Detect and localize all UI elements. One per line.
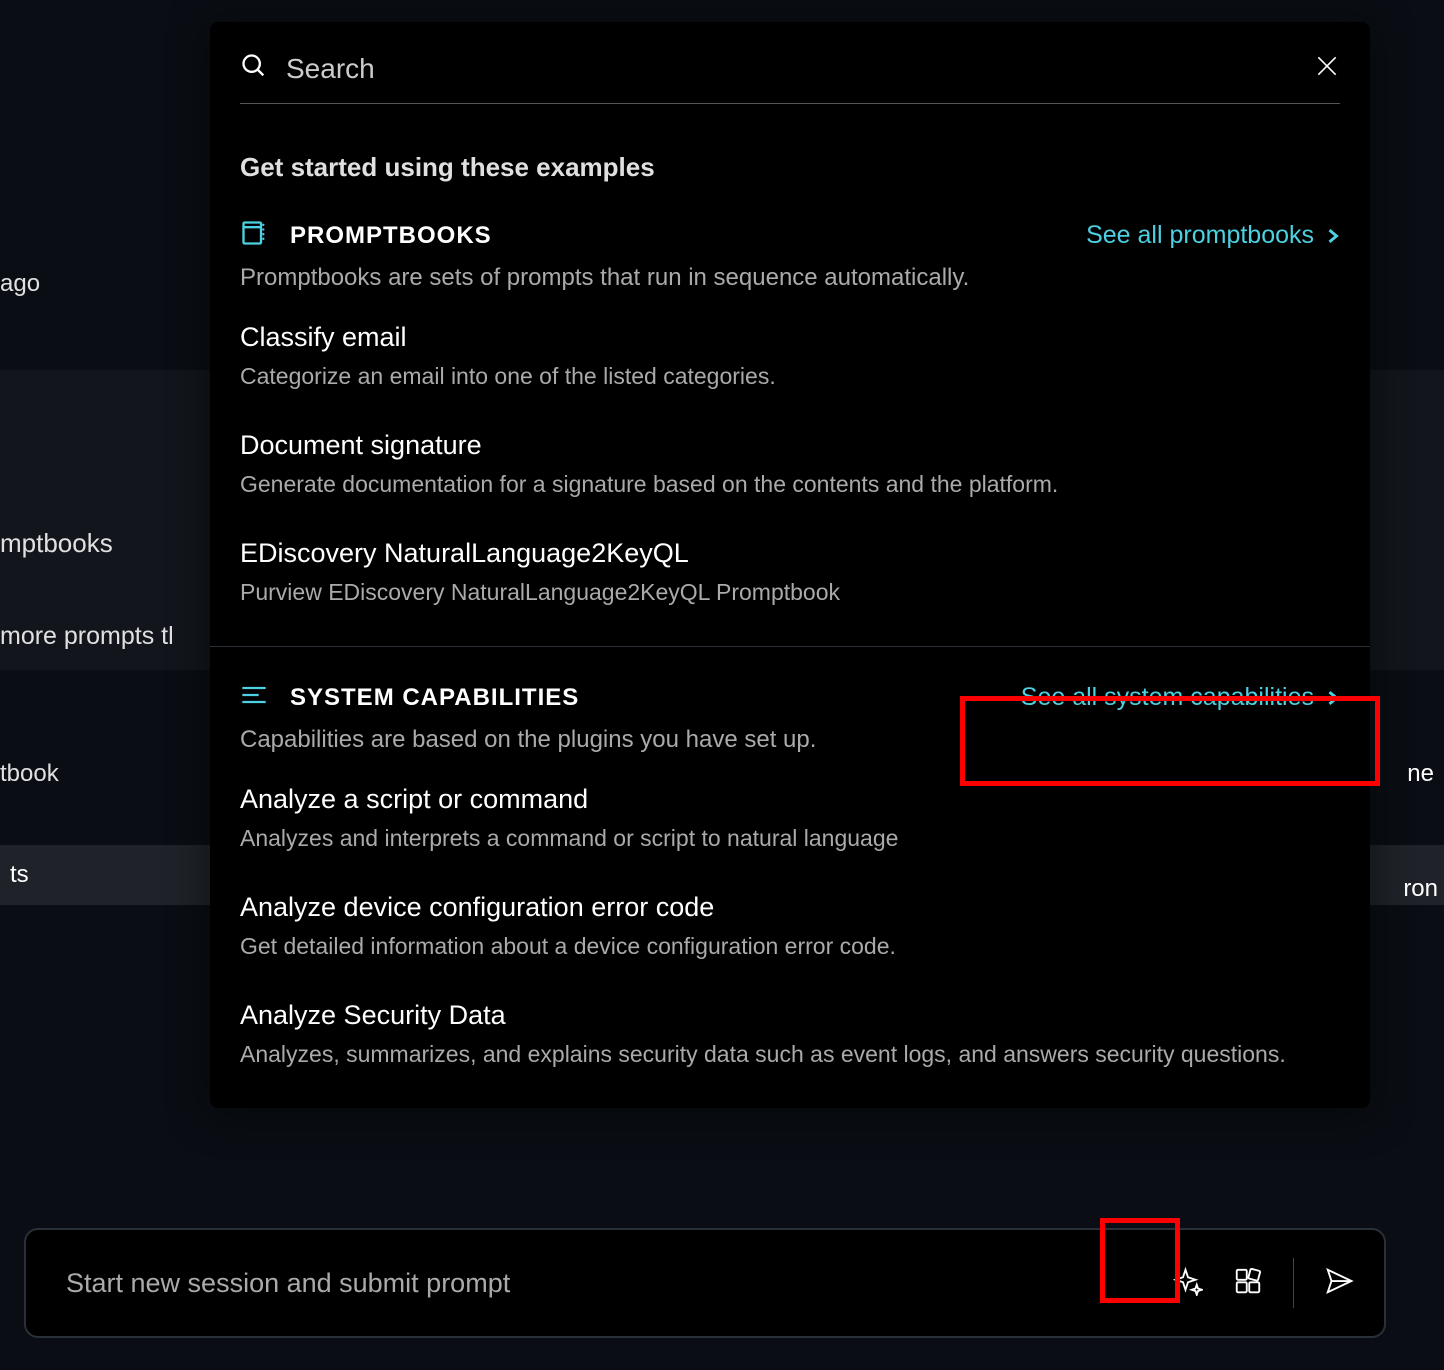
item-title: Document signature [240,430,1340,461]
bg-text-tbook: tbook [0,760,59,788]
chevron-right-icon [1326,683,1340,712]
chevron-right-icon [1326,221,1340,250]
syscap-item[interactable]: Analyze Security Data Analyzes, summariz… [240,1000,1340,1068]
search-icon [240,52,268,85]
bg-text-moreprompts: more prompts tl [0,622,174,651]
prompt-input[interactable] [66,1268,1173,1299]
prompt-bar [24,1228,1386,1338]
syscap-title: SYSTEM CAPABILITIES [290,684,579,712]
item-title: Classify email [240,322,1340,353]
item-title: Analyze device configuration error code [240,892,1340,923]
promptbook-item[interactable]: Document signature Generate documentatio… [240,430,1340,498]
bg-text-ne: ne [1407,760,1434,788]
item-desc: Generate documentation for a signature b… [240,471,1340,498]
book-icon [240,219,268,252]
syscap-item[interactable]: Analyze a script or command Analyzes and… [240,784,1340,852]
search-row [240,22,1340,104]
send-icon[interactable] [1324,1266,1354,1301]
see-all-syscap-label: See all system capabilities [1021,683,1314,712]
bg-text-mptbooks: mptbooks [0,528,113,559]
promptbooks-desc: Promptbooks are sets of prompts that run… [240,264,1340,292]
intro-text: Get started using these examples [240,152,1340,183]
section-divider [210,646,1370,647]
apps-icon[interactable] [1233,1266,1263,1301]
prompts-modal: Get started using these examples PROMPTB… [210,22,1370,1108]
promptbook-item[interactable]: Classify email Categorize an email into … [240,322,1340,390]
close-icon[interactable] [1314,53,1340,84]
bg-text-ron: ron [1403,875,1438,903]
item-title: Analyze a script or command [240,784,1340,815]
item-title: Analyze Security Data [240,1000,1340,1031]
see-all-syscap-link[interactable]: See all system capabilities [1021,683,1340,712]
item-desc: Purview EDiscovery NaturalLanguage2KeyQL… [240,579,1340,606]
action-divider [1293,1258,1294,1308]
promptbooks-title: PROMPTBOOKS [290,222,492,250]
item-title: EDiscovery NaturalLanguage2KeyQL [240,538,1340,569]
item-desc: Analyzes, summarizes, and explains secur… [240,1041,1340,1068]
bg-text-ts: ts [10,861,29,889]
list-icon [240,681,268,714]
syscap-item[interactable]: Analyze device configuration error code … [240,892,1340,960]
prompt-actions [1173,1258,1354,1308]
see-all-promptbooks-label: See all promptbooks [1086,221,1314,250]
search-input[interactable] [286,53,1296,85]
see-all-promptbooks-link[interactable]: See all promptbooks [1086,221,1340,250]
item-desc: Get detailed information about a device … [240,933,1340,960]
item-desc: Categorize an email into one of the list… [240,363,1340,390]
syscap-desc: Capabilities are based on the plugins yo… [240,726,1340,754]
sparkle-icon[interactable] [1173,1266,1203,1301]
promptbook-item[interactable]: EDiscovery NaturalLanguage2KeyQL Purview… [240,538,1340,606]
promptbooks-header: PROMPTBOOKS See all promptbooks [240,219,1340,252]
bg-text-ago: ago [0,270,40,298]
item-desc: Analyzes and interprets a command or scr… [240,825,1340,852]
syscap-header: SYSTEM CAPABILITIES See all system capab… [240,681,1340,714]
